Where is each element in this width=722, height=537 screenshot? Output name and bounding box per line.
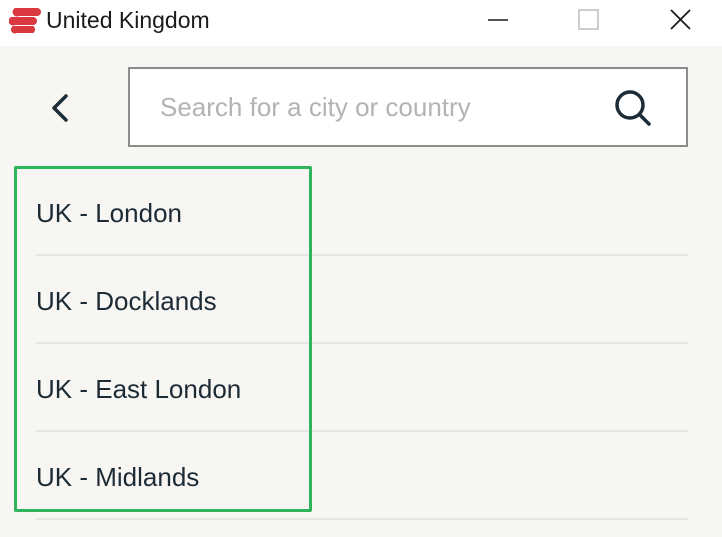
maximize-button[interactable] bbox=[565, 0, 611, 40]
location-label: UK - London bbox=[36, 198, 182, 228]
window-title: United Kingdom bbox=[46, 7, 210, 33]
app-logo-icon bbox=[8, 6, 41, 34]
chevron-left-icon bbox=[52, 94, 68, 122]
location-label: UK - East London bbox=[36, 374, 242, 404]
location-list: UK - London UK - Docklands UK - East Lon… bbox=[36, 168, 688, 520]
location-label: UK - Midlands bbox=[36, 462, 200, 492]
list-item[interactable]: UK - London bbox=[36, 168, 688, 256]
list-item[interactable]: UK - Midlands bbox=[36, 432, 688, 520]
search-icon[interactable] bbox=[612, 87, 654, 129]
app-window: United Kingdom Search for a city or coun… bbox=[0, 0, 722, 537]
back-button[interactable] bbox=[36, 84, 84, 132]
search-input[interactable] bbox=[160, 89, 600, 125]
list-item[interactable]: UK - East London bbox=[36, 344, 688, 432]
search-box bbox=[128, 67, 688, 147]
minimize-icon bbox=[488, 19, 508, 21]
close-icon bbox=[670, 9, 691, 30]
title-bar: United Kingdom bbox=[0, 0, 722, 46]
minimize-button[interactable] bbox=[476, 0, 522, 40]
list-item[interactable]: UK - Docklands bbox=[36, 256, 688, 344]
location-label: UK - Docklands bbox=[36, 286, 217, 316]
maximize-icon bbox=[578, 9, 599, 30]
close-button[interactable] bbox=[658, 0, 704, 40]
